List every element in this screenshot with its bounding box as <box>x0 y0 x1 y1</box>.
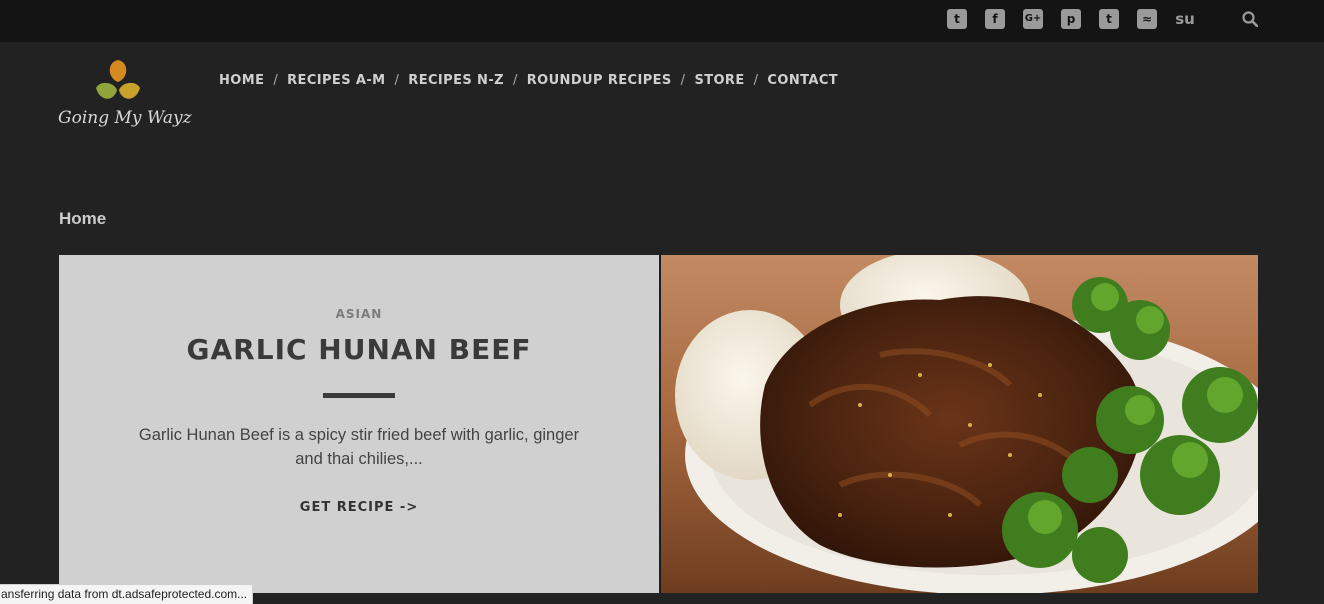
nav-separator: / <box>273 72 279 88</box>
recipe-category[interactable]: ASIAN <box>59 307 659 321</box>
site-name: Going My Wayz <box>58 108 192 128</box>
stumbleupon-icon[interactable]: su <box>1175 9 1195 29</box>
recipe-photo[interactable] <box>660 255 1258 593</box>
featured-recipe-card: ASIAN GARLIC HUNAN BEEF Garlic Hunan Bee… <box>59 255 659 593</box>
nav-item-roundup-recipes[interactable]: ROUNDUP RECIPES <box>527 73 672 88</box>
garlic-hunan-beef-image <box>660 255 1258 593</box>
main-nav: HOME / RECIPES A-M / RECIPES N-Z / ROUND… <box>219 71 838 89</box>
nav-item-store[interactable]: STORE <box>694 73 744 88</box>
nav-separator: / <box>680 72 686 88</box>
breadcrumb[interactable]: Home <box>59 209 106 229</box>
nav-item-recipes-n-z[interactable]: RECIPES N-Z <box>408 73 504 88</box>
recipe-title[interactable]: GARLIC HUNAN BEEF <box>59 333 659 366</box>
nav-item-home[interactable]: HOME <box>219 73 264 88</box>
tumblr-icon[interactable]: t <box>1099 9 1119 29</box>
leaf-logo-icon <box>96 60 140 99</box>
facebook-icon[interactable]: f <box>985 9 1005 29</box>
site-logo[interactable]: Going My Wayz <box>58 58 192 132</box>
nav-separator: / <box>512 72 518 88</box>
top-bar: t f G+ p t ≈ su <box>0 0 1324 42</box>
search-icon[interactable] <box>1242 11 1258 27</box>
browser-status-bar: ansferring data from dt.adsafeprotected.… <box>0 584 254 604</box>
google-plus-icon[interactable]: G+ <box>1023 9 1043 29</box>
nav-item-recipes-a-m[interactable]: RECIPES A-M <box>287 73 385 88</box>
nav-separator: / <box>394 72 400 88</box>
social-links: t f G+ p t ≈ su <box>947 9 1195 29</box>
nav-separator: / <box>753 72 759 88</box>
nav-item-contact[interactable]: CONTACT <box>767 73 838 88</box>
twitter-icon[interactable]: t <box>947 9 967 29</box>
title-divider <box>323 393 395 398</box>
rss-icon[interactable]: ≈ <box>1137 9 1157 29</box>
recipe-excerpt: Garlic Hunan Beef is a spicy stir fried … <box>138 426 580 468</box>
pinterest-icon[interactable]: p <box>1061 9 1081 29</box>
get-recipe-link[interactable]: GET RECIPE -> <box>59 500 659 515</box>
